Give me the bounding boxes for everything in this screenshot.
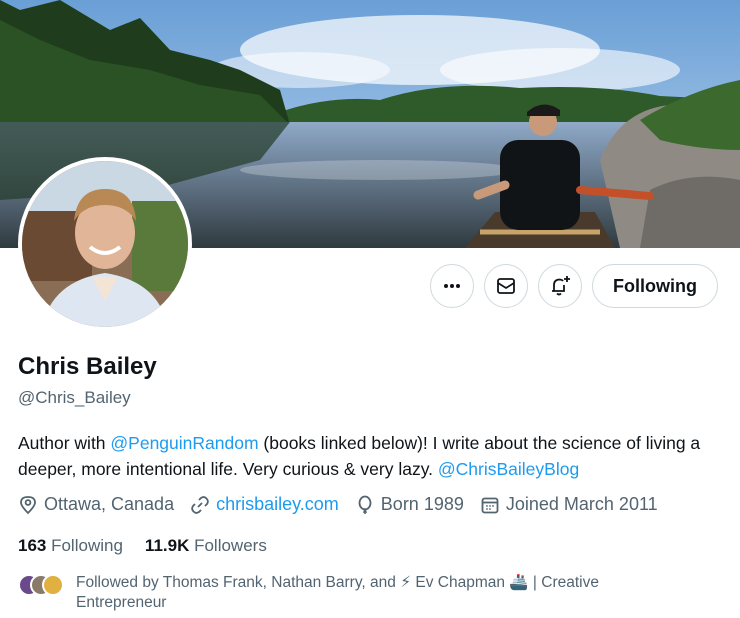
followers-label: Followers — [189, 536, 267, 555]
followers-stat[interactable]: 11.9K Followers — [145, 536, 267, 556]
following-stat[interactable]: 163 Following — [18, 536, 123, 556]
location: Ottawa, Canada — [18, 494, 174, 515]
profile-meta: Ottawa, Canada chrisbailey.com Born 1989… — [18, 494, 674, 515]
followers-count: 11.9K — [144, 536, 190, 555]
bio-mention-penguinrandom[interactable]: @PenguinRandom — [110, 433, 258, 453]
following-button[interactable]: Following — [592, 264, 718, 308]
website-link[interactable]: chrisbailey.com — [216, 494, 339, 515]
join-date: Joined March 2011 — [480, 494, 658, 515]
website: chrisbailey.com — [190, 494, 339, 515]
more-icon — [444, 284, 461, 288]
avatar — [42, 574, 64, 596]
profile-bio: Author with @PenguinRandom (books linked… — [18, 430, 718, 482]
calendar-icon — [481, 497, 499, 513]
birthdate-text: Born 1989 — [380, 494, 464, 514]
message-button[interactable] — [484, 264, 529, 308]
bio-text: Author with — [18, 433, 111, 453]
following-label: Following — [46, 536, 123, 555]
mail-icon — [497, 278, 515, 294]
profile-stats: 163 Following 11.9K Followers — [18, 536, 289, 556]
profile-handle: @Chris_Bailey — [18, 388, 131, 407]
bell-plus-icon — [552, 276, 571, 296]
more-button[interactable] — [430, 264, 475, 308]
location-text: Ottawa, Canada — [44, 494, 175, 514]
followed-by[interactable]: Followed by Thomas Frank, Nathan Barry, … — [18, 573, 676, 613]
profile-name: Chris Bailey — [18, 353, 157, 380]
following-count: 163 — [18, 536, 47, 555]
join-date-text: Joined March 2011 — [505, 494, 658, 514]
location-pin-icon — [20, 495, 36, 514]
notifications-button[interactable] — [538, 264, 583, 308]
profile-avatar[interactable] — [18, 157, 192, 331]
profile-actions: Following — [430, 264, 718, 308]
bio-mention-chrisbaileyblog[interactable]: @ChrisBaileyBlog — [438, 459, 579, 479]
birthdate: Born 1989 — [355, 494, 464, 515]
link-icon — [191, 495, 209, 514]
balloon-icon — [358, 495, 372, 514]
followed-by-avatars — [18, 574, 64, 596]
followed-by-text: Followed by Thomas Frank, Nathan Barry, … — [76, 574, 599, 611]
